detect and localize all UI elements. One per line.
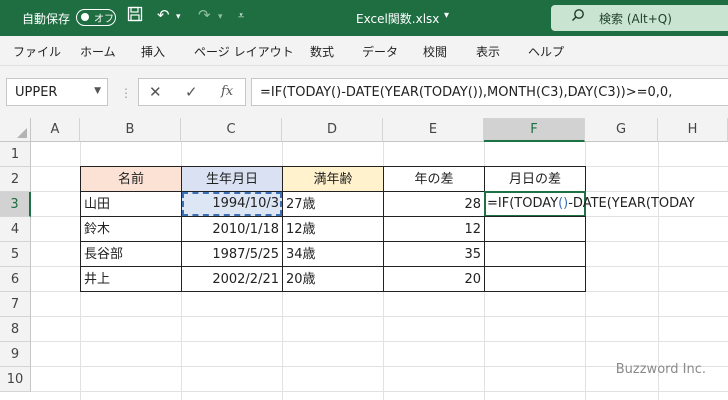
column-header-h[interactable]: H: [658, 118, 728, 142]
enter-icon[interactable]: ✓: [185, 83, 198, 101]
table-cell[interactable]: 長谷部: [80, 241, 182, 267]
row-header-9[interactable]: 9: [0, 342, 31, 367]
gridline: [31, 391, 728, 392]
table-cell[interactable]: 1987/5/25: [181, 241, 283, 267]
autosave-label: 自動保存: [22, 12, 71, 26]
table-cell[interactable]: 鈴木: [80, 216, 182, 242]
cancel-icon[interactable]: ✕: [149, 83, 162, 101]
formula-text: =IF(TODAY()-DATE(YEAR(TODAY()),MONTH(C3)…: [260, 85, 673, 100]
toggle-knob: [81, 13, 89, 21]
search-icon: [571, 8, 585, 26]
row-header-10[interactable]: 10: [0, 367, 31, 392]
undo-dropdown-icon[interactable]: ▾: [176, 12, 181, 22]
editing-formula-text[interactable]: =IF(TODAY()-DATE(YEAR(TODAY: [487, 192, 695, 215]
chevron-down-icon[interactable]: ▼: [94, 86, 101, 96]
table-cell[interactable]: [484, 241, 586, 267]
tab-help[interactable]: ヘルプ: [528, 43, 564, 60]
column-header-f[interactable]: F: [484, 118, 585, 142]
table-cell[interactable]: [484, 216, 586, 242]
column-header-c[interactable]: C: [181, 118, 282, 142]
table-cell[interactable]: 井上: [80, 266, 182, 292]
table-cell[interactable]: 27歳: [282, 191, 384, 217]
row-header-7[interactable]: 7: [0, 292, 31, 317]
column-header-a[interactable]: A: [31, 118, 80, 142]
column-header-d[interactable]: D: [282, 118, 383, 142]
column-header-e[interactable]: E: [383, 118, 484, 142]
formula-input[interactable]: =IF(TODAY()-DATE(YEAR(TODAY()),MONTH(C3)…: [251, 78, 728, 106]
formula-buttons: ✕ ✓ fx: [138, 78, 246, 106]
redo-dropdown-icon[interactable]: ▾: [218, 12, 223, 22]
search-label: 検索 (Alt+Q): [599, 12, 672, 26]
tab-formulas[interactable]: 数式: [310, 43, 334, 60]
tab-page-layout[interactable]: ページ レイアウト: [194, 43, 294, 60]
table-cell[interactable]: 2010/1/18: [181, 216, 283, 242]
row-header-2[interactable]: 2: [0, 167, 31, 192]
table-cell[interactable]: 35: [383, 241, 485, 267]
undo-icon[interactable]: ↶: [157, 6, 170, 24]
table-cell[interactable]: [484, 266, 586, 292]
table-cell[interactable]: 28: [383, 191, 485, 217]
name-box[interactable]: UPPER ▼: [6, 78, 108, 106]
ribbon-tabs: ファイル ホーム 挿入 ページ レイアウト 数式 データ 校閲 表示 ヘルプ: [0, 36, 728, 66]
table-cell[interactable]: 2002/2/21: [181, 266, 283, 292]
watermark: Buzzword Inc.: [615, 362, 706, 377]
header-cell-monthday-diff[interactable]: 月日の差: [484, 166, 586, 192]
select-all-icon: [17, 128, 27, 138]
redo-icon[interactable]: ↷: [198, 6, 211, 24]
save-icon[interactable]: [127, 6, 143, 26]
formula-part-highlight: (): [558, 196, 569, 211]
name-box-value: UPPER: [15, 85, 58, 100]
tab-data[interactable]: データ: [362, 43, 398, 60]
table-cell[interactable]: 12: [383, 216, 485, 242]
table-cell[interactable]: 12歳: [282, 216, 384, 242]
tab-file[interactable]: ファイル: [13, 43, 61, 60]
customize-icon[interactable]: ⩡: [238, 9, 244, 23]
autosave-state: オフ: [94, 14, 114, 25]
resize-handle-icon[interactable]: ⋮: [120, 86, 132, 100]
tab-home[interactable]: ホーム: [80, 43, 116, 60]
gridline: [31, 316, 728, 317]
formula-bar-area: UPPER ▼ ⋮ ✕ ✓ fx =IF(TODAY()-DATE(YEAR(T…: [0, 66, 728, 118]
tab-review[interactable]: 校閲: [423, 43, 447, 60]
table-cell[interactable]: 1994/10/3: [182, 191, 282, 217]
select-all-button[interactable]: [0, 118, 31, 142]
formula-part: -DATE(YEAR(TODAY: [568, 196, 695, 211]
autosave-toggle[interactable]: オフ: [76, 9, 116, 26]
search-box[interactable]: 検索 (Alt+Q): [551, 5, 728, 31]
row-header-6[interactable]: 6: [0, 267, 31, 292]
column-header-g[interactable]: G: [585, 118, 658, 142]
header-cell-year-diff[interactable]: 年の差: [383, 166, 485, 192]
table-cell[interactable]: 山田: [80, 191, 182, 217]
table-cell[interactable]: 20: [383, 266, 485, 292]
row-header-5[interactable]: 5: [0, 242, 31, 267]
row-header-1[interactable]: 1: [0, 142, 31, 167]
table-cell[interactable]: 20歳: [282, 266, 384, 292]
title-bar: 自動保存 オフ ↶ ▾ ↷ ▾ ⩡ Excel関数.xlsx ▾ 検索 (Alt…: [0, 0, 728, 36]
tab-view[interactable]: 表示: [476, 43, 500, 60]
row-header-8[interactable]: 8: [0, 317, 31, 342]
header-cell-age[interactable]: 満年齢: [282, 166, 384, 192]
header-cell-birthdate[interactable]: 生年月日: [181, 166, 283, 192]
row-header-4[interactable]: 4: [0, 217, 31, 242]
gridline: [31, 341, 728, 342]
row-header-3[interactable]: 3: [0, 192, 31, 217]
worksheet-grid[interactable]: A B C D E F G H 1 2 3 4 5 6 7 8 9 10 名前 …: [0, 118, 728, 400]
column-header-b[interactable]: B: [80, 118, 181, 142]
document-title[interactable]: Excel関数.xlsx: [356, 10, 439, 27]
insert-function-icon[interactable]: fx: [221, 84, 233, 99]
chevron-down-icon[interactable]: ▾: [444, 10, 449, 21]
tab-insert[interactable]: 挿入: [141, 43, 165, 60]
formula-part: =IF(TODAY: [487, 196, 559, 211]
header-cell-name[interactable]: 名前: [80, 166, 182, 192]
table-cell[interactable]: 34歳: [282, 241, 384, 267]
